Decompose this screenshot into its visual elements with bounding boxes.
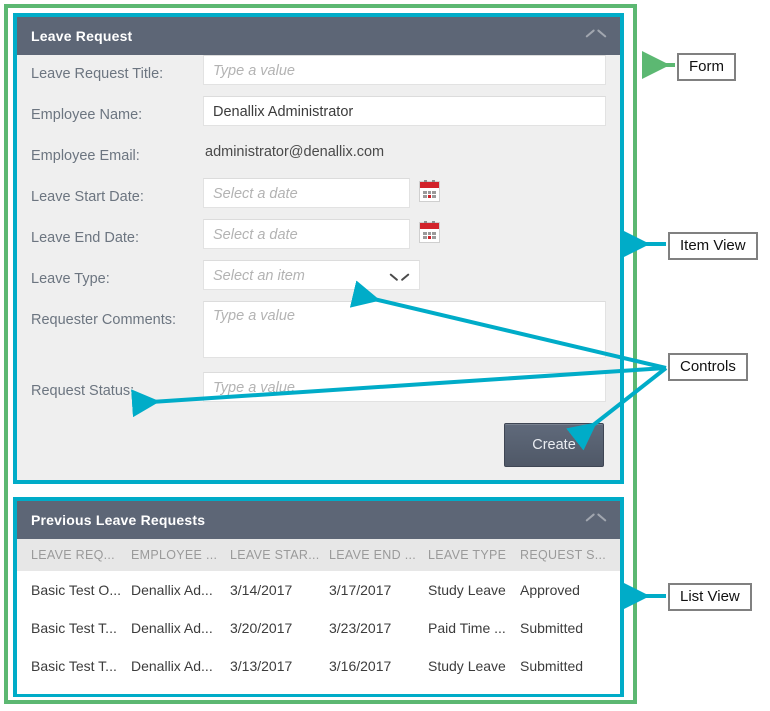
create-button[interactable]: Create: [504, 423, 604, 467]
chevron-down-icon[interactable]: [389, 270, 409, 282]
table-row[interactable]: Basic Test T... Denallix Ad... 3/20/2017…: [17, 609, 620, 647]
field-label: Leave Start Date:: [31, 189, 144, 205]
cell: Study Leave: [428, 582, 506, 598]
column-header[interactable]: EMPLOYEE ...: [131, 548, 230, 562]
chevron-up-icon[interactable]: [582, 507, 608, 533]
field-label: Leave Type:: [31, 271, 110, 287]
calendar-icon[interactable]: [419, 180, 440, 202]
cell: 3/23/2017: [329, 620, 392, 636]
column-header[interactable]: LEAVE REQ...: [31, 548, 131, 562]
leave-end-date-input[interactable]: Select a date: [203, 219, 410, 249]
field-control-wrap: Denallix Administrator: [203, 96, 620, 126]
field-label: Request Status:: [31, 383, 135, 399]
field-row-employee-name: Employee Name: Denallix Administrator: [17, 96, 620, 137]
field-control-wrap: administrator@denallix.com: [203, 137, 620, 167]
field-control-wrap: Type a value: [203, 301, 620, 358]
cell: 3/17/2017: [329, 582, 392, 598]
field-row-employee-email: Employee Email: administrator@denallix.c…: [17, 137, 620, 178]
cell: Basic Test T...: [31, 658, 117, 674]
chevron-up-icon[interactable]: [582, 23, 608, 49]
annotation-label-item-view: Item View: [668, 232, 758, 260]
form-body: Leave Request Title: Type a value Employ…: [17, 55, 620, 480]
cell: Denallix Ad...: [131, 658, 213, 674]
form-panel-header[interactable]: Leave Request: [17, 17, 620, 55]
field-row-leave-type: Leave Type: Select an item: [17, 260, 620, 301]
cell: Submitted: [520, 620, 584, 636]
field-row-leave-end-date: Leave End Date: Select a date: [17, 219, 620, 260]
annotation-label-form: Form: [677, 53, 736, 81]
calendar-icon[interactable]: [419, 221, 440, 243]
list-panel-title: Previous Leave Requests: [31, 512, 206, 528]
cell: Denallix Ad...: [131, 582, 213, 598]
field-label: Leave Request Title:: [31, 66, 164, 82]
field-row-request-status: Request Status: Type a value: [17, 372, 620, 413]
employee-email-value: administrator@denallix.com: [205, 144, 385, 160]
requester-comments-textarea[interactable]: Type a value: [203, 301, 606, 358]
form-panel-title: Leave Request: [31, 28, 133, 44]
table-header-row: LEAVE REQ... EMPLOYEE ... LEAVE STAR... …: [17, 539, 620, 571]
employee-name-input[interactable]: Denallix Administrator: [203, 96, 606, 126]
field-row-leave-start-date: Leave Start Date: Select a date: [17, 178, 620, 219]
previous-leave-requests-panel: Previous Leave Requests LEAVE REQ... EMP…: [13, 497, 624, 697]
table-row[interactable]: Basic Test T... Denallix Ad... 3/13/2017…: [17, 647, 620, 685]
form-actions: Create: [17, 413, 620, 467]
cell: Denallix Ad...: [131, 620, 213, 636]
field-label: Requester Comments:: [31, 312, 177, 328]
field-control-wrap: Select a date: [203, 219, 620, 249]
cell: Paid Time ...: [428, 620, 506, 636]
leave-requests-table: LEAVE REQ... EMPLOYEE ... LEAVE STAR... …: [17, 539, 620, 694]
column-header[interactable]: LEAVE STAR...: [230, 548, 329, 562]
field-row-leave-request-title: Leave Request Title: Type a value: [17, 55, 620, 96]
cell: Basic Test T...: [31, 620, 117, 636]
leave-request-title-input[interactable]: Type a value: [203, 55, 606, 85]
leave-type-select[interactable]: Select an item: [203, 260, 420, 290]
cell: Submitted: [520, 658, 584, 674]
field-control-wrap: Type a value: [203, 372, 620, 402]
field-label: Leave End Date:: [31, 230, 140, 246]
field-label: Employee Email:: [31, 148, 140, 164]
cell: Basic Test O...: [31, 582, 121, 598]
column-header[interactable]: REQUEST S...: [520, 548, 620, 562]
cell: 3/20/2017: [230, 620, 293, 636]
field-row-requester-comments: Requester Comments: Type a value: [17, 301, 620, 358]
field-control-wrap: Select a date: [203, 178, 620, 208]
field-label: Employee Name:: [31, 107, 143, 123]
list-panel-header[interactable]: Previous Leave Requests: [17, 501, 620, 539]
cell: Study Leave: [428, 658, 506, 674]
table-row[interactable]: Basic Test O... Denallix Ad... 3/14/2017…: [17, 571, 620, 609]
cell: 3/14/2017: [230, 582, 293, 598]
request-status-input[interactable]: Type a value: [203, 372, 606, 402]
annotation-label-controls: Controls: [668, 353, 748, 381]
column-header[interactable]: LEAVE END ...: [329, 548, 428, 562]
cell: Approved: [520, 582, 580, 598]
cell: 3/13/2017: [230, 658, 293, 674]
leave-start-date-input[interactable]: Select a date: [203, 178, 410, 208]
annotation-label-list-view: List View: [668, 583, 752, 611]
field-control-wrap: Select an item: [203, 260, 620, 290]
leave-request-form-panel: Leave Request Leave Request Title: Type …: [13, 13, 624, 484]
cell: 3/16/2017: [329, 658, 392, 674]
field-control-wrap: Type a value: [203, 55, 620, 85]
column-header[interactable]: LEAVE TYPE: [428, 548, 520, 562]
